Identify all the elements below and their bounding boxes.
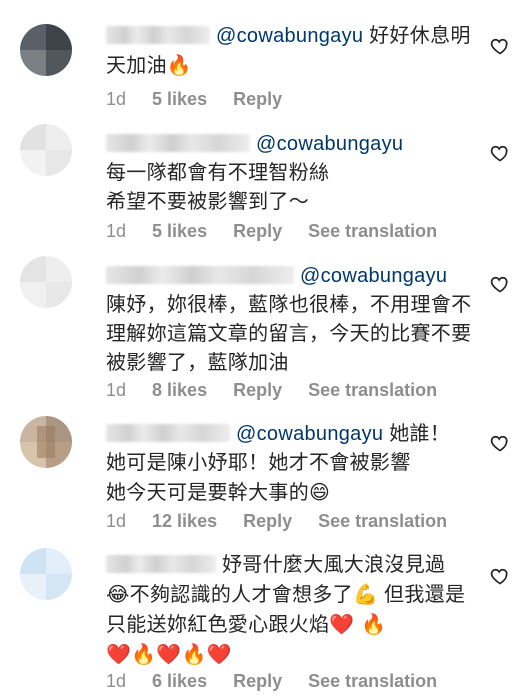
comment-body: 不夠認識的人才會想多了 xyxy=(129,584,353,606)
reply-button[interactable]: Reply xyxy=(233,89,282,109)
username-blurred[interactable] xyxy=(106,424,230,442)
see-translation-button[interactable]: See translation xyxy=(308,671,437,691)
avatar[interactable] xyxy=(20,24,72,76)
comment-text: @cowabungayu 好好休息明天加油🔥 xyxy=(106,22,476,81)
heart-icon[interactable] xyxy=(490,36,510,56)
avatar[interactable] xyxy=(20,416,72,468)
fire-emoji: 🔥 xyxy=(166,53,193,77)
see-translation-button[interactable]: See translation xyxy=(318,511,447,531)
comment-text: 妤哥什麼大風大浪沒見過 😂不夠認識的人才會想多了💪 但我還是只能送妳紅色愛心跟火… xyxy=(106,551,476,670)
see-translation-button[interactable]: See translation xyxy=(308,221,437,241)
heart-icon[interactable] xyxy=(490,433,510,453)
reply-button[interactable]: Reply xyxy=(233,221,282,241)
comment-text: @cowabungayu 每一隊都會有不理智粉絲 希望不要被影響到了～ xyxy=(106,130,476,217)
comment-time[interactable]: 1d xyxy=(106,89,126,109)
comment-body: 她可是陳小妤耶！她才不會被影響 xyxy=(106,452,411,474)
comment-text: @cowabungayu 她誰！ 她可是陳小妤耶！她才不會被影響 她今天可是要幹… xyxy=(106,420,476,508)
heart-icon[interactable] xyxy=(490,274,510,294)
likes-count[interactable]: 12 likes xyxy=(152,511,217,531)
likes-count[interactable]: 5 likes xyxy=(152,89,207,109)
comment-body: 她今天可是要幹大事的 xyxy=(106,482,309,504)
comment-time[interactable]: 1d xyxy=(106,671,126,691)
likes-count[interactable]: 6 likes xyxy=(152,671,207,691)
username-blurred[interactable] xyxy=(106,26,210,44)
username-blurred[interactable] xyxy=(106,266,294,284)
comment-time[interactable]: 1d xyxy=(106,221,126,241)
reply-button[interactable]: Reply xyxy=(243,511,292,531)
username-blurred[interactable] xyxy=(106,134,250,152)
heart-icon[interactable] xyxy=(490,143,510,163)
comment-body: 陳妤，妳很棒，藍隊也很棒，不用理會不理解妳這篇文章的留言，今天的比賽不要被影響了… xyxy=(106,294,472,374)
joy-emoji: 😂 xyxy=(106,582,130,606)
see-translation-button[interactable]: See translation xyxy=(308,380,437,400)
reply-button[interactable]: Reply xyxy=(233,671,282,691)
mention-link[interactable]: @cowabungayu xyxy=(300,265,447,287)
comment-time[interactable]: 1d xyxy=(106,511,126,531)
comment-text: @cowabungayu 陳妤，妳很棒，藍隊也很棒，不用理會不理解妳這篇文章的留… xyxy=(106,262,476,378)
likes-count[interactable]: 5 likes xyxy=(152,221,207,241)
heart-icon[interactable] xyxy=(490,566,510,586)
avatar[interactable] xyxy=(20,124,72,176)
avatar[interactable] xyxy=(20,256,72,308)
mention-link[interactable]: @cowabungayu xyxy=(216,25,363,47)
comment-time[interactable]: 1d xyxy=(106,380,126,400)
reply-button[interactable]: Reply xyxy=(233,380,282,400)
avatar[interactable] xyxy=(20,548,72,600)
comment-body: 妤哥什麼大風大浪沒見過 xyxy=(222,554,446,576)
comment-body: 每一隊都會有不理智粉絲 希望不要被影響到了～ xyxy=(106,162,330,213)
comment-body: 她誰！ xyxy=(383,423,451,445)
hearts-fire-emoji-row: ❤️🔥❤️🔥❤️ xyxy=(106,642,233,666)
likes-count[interactable]: 8 likes xyxy=(152,380,207,400)
mention-link[interactable]: @cowabungayu xyxy=(236,423,383,445)
username-blurred[interactable] xyxy=(106,555,216,573)
heart-fire-emoji: ❤️ 🔥 xyxy=(329,612,387,636)
grin-emoji: 😄 xyxy=(309,480,331,504)
mention-link[interactable]: @cowabungayu xyxy=(256,133,403,155)
flexed-biceps-emoji: 💪 xyxy=(352,582,379,606)
